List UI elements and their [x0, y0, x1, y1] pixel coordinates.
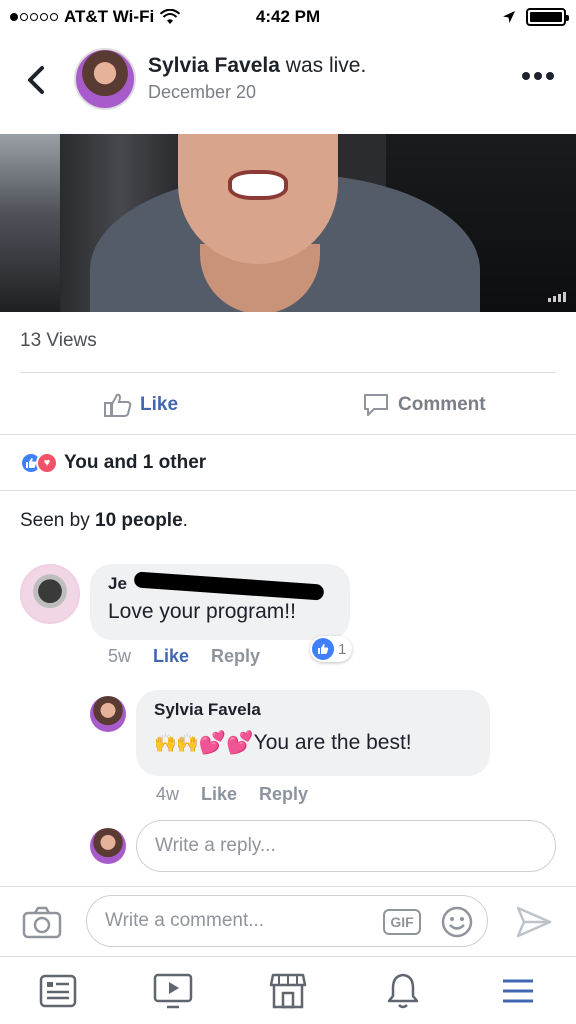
reply-text: You are the best!: [253, 731, 412, 754]
comment-button[interactable]: Comment: [362, 392, 486, 418]
redaction-mark: [133, 571, 325, 601]
author-name[interactable]: Sylvia Favela: [148, 54, 280, 77]
author-avatar[interactable]: [74, 48, 136, 110]
clock: 4:42 PM: [255, 7, 321, 26]
seen-by[interactable]: Seen by 10 people.: [20, 510, 188, 532]
commenter-avatar[interactable]: [20, 564, 80, 624]
comment-bubble-icon: [364, 394, 388, 416]
wifi-icon: [160, 9, 181, 24]
video-play-icon: [153, 973, 193, 1008]
video-quality-icon: [548, 292, 566, 302]
seen-prefix: Seen by: [20, 510, 95, 531]
thumbs-up-icon: [104, 393, 132, 417]
like-button[interactable]: Like: [104, 392, 178, 418]
reply-author-name[interactable]: Sylvia Favela: [154, 700, 472, 720]
location-arrow-icon: [503, 11, 515, 23]
comment-meta: 5w Like Reply: [108, 646, 260, 667]
bottom-tab-bar: [0, 956, 576, 1024]
live-video-player[interactable]: [0, 134, 576, 312]
reply-input-placeholder: Write a reply...: [155, 835, 276, 856]
comment-like-count: 1: [338, 640, 347, 658]
comment-input-placeholder: Write a comment...: [105, 910, 265, 931]
seen-count: 10 people: [95, 510, 183, 531]
comment-label: Comment: [398, 394, 486, 415]
two-hearts-emoji-icon: 💕💕: [198, 730, 254, 755]
reply-bubble[interactable]: Sylvia Favela 🙌🙌 💕💕 You are the best!: [136, 690, 490, 776]
like-reaction-icon: [312, 638, 334, 660]
tab-watch[interactable]: [115, 957, 230, 1024]
sticker-smiley-icon[interactable]: [441, 906, 473, 938]
camera-icon[interactable]: [22, 905, 62, 939]
comment-bubble[interactable]: Je Love your program!!: [90, 564, 350, 640]
reply-reply-link[interactable]: Reply: [259, 784, 308, 805]
love-reaction-icon: ♥: [36, 452, 58, 474]
reactions-summary[interactable]: ♥ You and 1 other: [20, 452, 206, 474]
divider: [0, 490, 576, 491]
post-actions: Like Comment: [0, 384, 576, 424]
send-icon[interactable]: [516, 905, 552, 939]
marketplace-store-icon: [269, 973, 307, 1008]
post-title: Sylvia Favela was live.: [148, 54, 366, 78]
back-chevron-icon[interactable]: [22, 62, 52, 98]
bell-icon: [387, 973, 419, 1008]
current-user-avatar: [90, 828, 126, 864]
comment-input[interactable]: Write a comment... GIF: [86, 895, 488, 947]
comment-reply-link[interactable]: Reply: [211, 646, 260, 667]
like-label: Like: [140, 394, 179, 415]
more-options-icon[interactable]: [522, 72, 554, 80]
seen-suffix: .: [182, 510, 188, 531]
reply-time: 4w: [156, 784, 180, 804]
commenter-name[interactable]: Je: [108, 571, 332, 601]
reply-input[interactable]: Write a reply...: [136, 820, 556, 872]
reply-author-avatar[interactable]: [90, 696, 126, 732]
comment-time: 5w: [108, 646, 132, 666]
tab-marketplace[interactable]: [230, 957, 345, 1024]
reply-like-link[interactable]: Like: [201, 784, 237, 805]
view-count: 13 Views: [20, 330, 97, 351]
carrier-label: AT&T Wi-Fi: [64, 7, 155, 26]
post-action-text: was live.: [279, 54, 367, 77]
reply-content: 🙌🙌 💕💕 You are the best!: [154, 730, 472, 756]
comment-composer: Write a comment... GIF: [0, 886, 576, 956]
post-header: Sylvia Favela was live. December 20: [0, 42, 576, 122]
hamburger-menu-icon: [503, 979, 534, 1002]
signal-strength-icon: [10, 13, 58, 21]
tab-menu[interactable]: [461, 957, 576, 1024]
reply-meta: 4w Like Reply: [156, 784, 308, 805]
raised-hands-emoji-icon: 🙌🙌: [154, 732, 199, 753]
status-right: [502, 8, 569, 26]
tab-notifications[interactable]: [346, 957, 461, 1024]
status-left: AT&T Wi-Fi: [10, 7, 181, 27]
battery-icon: [526, 8, 569, 26]
news-feed-icon: [39, 974, 76, 1007]
tab-news-feed[interactable]: [0, 957, 115, 1024]
status-bar: AT&T Wi-Fi 4:42 PM: [0, 0, 576, 34]
divider: [20, 372, 556, 373]
post-date[interactable]: December 20: [148, 82, 256, 103]
comment-like-count-badge[interactable]: 1: [310, 636, 353, 662]
comment-like-link[interactable]: Like: [153, 646, 189, 667]
gif-button[interactable]: GIF: [383, 909, 421, 935]
comment-text: Love your program!!: [108, 600, 296, 623]
divider: [0, 434, 576, 435]
reactions-text: You and 1 other: [64, 452, 207, 473]
reaction-icons: ♥: [20, 452, 58, 474]
